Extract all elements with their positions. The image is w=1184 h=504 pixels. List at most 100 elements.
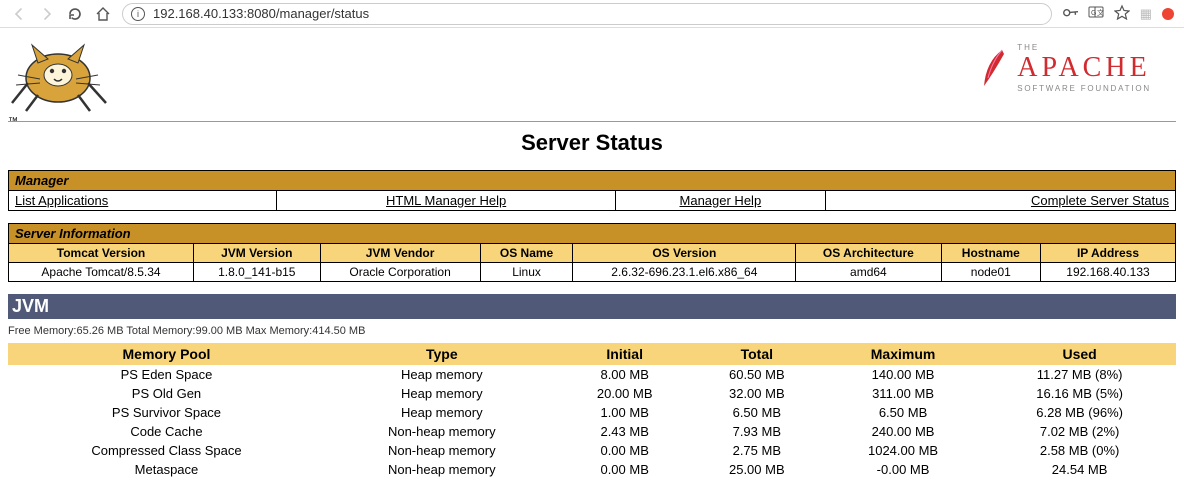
address-bar[interactable]: i 192.168.40.133:8080/manager/status	[122, 3, 1052, 25]
server-info-section: Server Information Tomcat Version JVM Ve…	[8, 223, 1176, 282]
mem-cell: 1024.00 MB	[823, 441, 983, 460]
link-list-applications[interactable]: List Applications	[15, 193, 108, 208]
mem-col-0: Memory Pool	[8, 343, 325, 365]
col-os-arch: OS Architecture	[796, 244, 941, 263]
link-complete-server-status[interactable]: Complete Server Status	[1031, 193, 1169, 208]
mem-row: MetaspaceNon-heap memory0.00 MB25.00 MB-…	[8, 460, 1176, 479]
mem-col-1: Type	[325, 343, 559, 365]
memory-summary: Free Memory:65.26 MB Total Memory:99.00 …	[8, 319, 1176, 343]
mem-cell: 0.00 MB	[559, 460, 691, 479]
col-os-version: OS Version	[573, 244, 796, 263]
apache-name: APACHE	[1017, 52, 1151, 84]
col-hostname: Hostname	[941, 244, 1040, 263]
apache-the: THE	[1017, 43, 1151, 52]
mem-col-3: Total	[691, 343, 823, 365]
mem-cell: 16.16 MB (5%)	[983, 384, 1176, 403]
col-jvm-version: JVM Version	[194, 244, 321, 263]
val-os-arch: amd64	[796, 263, 941, 282]
mem-cell: Non-heap memory	[325, 422, 559, 441]
mem-cell: PS Old Gen	[8, 384, 325, 403]
mem-cell: 2.75 MB	[691, 441, 823, 460]
mem-cell: 24.54 MB	[983, 460, 1176, 479]
mem-cell: Compressed Class Space	[8, 441, 325, 460]
mem-cell: 60.50 MB	[691, 365, 823, 384]
extension-icon[interactable]: ▦	[1140, 6, 1152, 22]
mem-cell: Non-heap memory	[325, 460, 559, 479]
password-key-icon[interactable]	[1057, 1, 1081, 26]
mem-cell: 32.00 MB	[691, 384, 823, 403]
record-icon[interactable]	[1162, 8, 1174, 20]
manager-section: Manager List Applications HTML Manager H…	[8, 170, 1176, 211]
mem-row: PS Old GenHeap memory20.00 MB32.00 MB311…	[8, 384, 1176, 403]
url-text: 192.168.40.133:8080/manager/status	[153, 6, 1043, 21]
mem-cell: 25.00 MB	[691, 460, 823, 479]
val-os-version: 2.6.32-696.23.1.el6.x86_64	[573, 263, 796, 282]
val-os-name: Linux	[480, 263, 573, 282]
mem-cell: 6.50 MB	[691, 403, 823, 422]
mem-cell: 140.00 MB	[823, 365, 983, 384]
apache-sub: SOFTWARE FOUNDATION	[1017, 84, 1151, 93]
home-button[interactable]	[94, 5, 112, 23]
val-hostname: node01	[941, 263, 1040, 282]
apache-logo: THE APACHE SOFTWARE FOUNDATION	[980, 33, 1176, 93]
mem-cell: 6.50 MB	[823, 403, 983, 422]
mem-cell: 311.00 MB	[823, 384, 983, 403]
mem-cell: Heap memory	[325, 365, 559, 384]
mem-cell: 2.43 MB	[559, 422, 691, 441]
tomcat-logo: ™	[8, 33, 118, 113]
col-os-name: OS Name	[480, 244, 573, 263]
svg-text:文: 文	[1097, 8, 1104, 17]
mem-cell: 240.00 MB	[823, 422, 983, 441]
forward-button[interactable]	[38, 5, 56, 23]
back-button[interactable]	[10, 5, 28, 23]
mem-cell: PS Eden Space	[8, 365, 325, 384]
reload-button[interactable]	[66, 5, 84, 23]
memory-pool-table: Memory PoolTypeInitialTotalMaximumUsed P…	[8, 343, 1176, 479]
link-manager-help[interactable]: Manager Help	[680, 193, 762, 208]
val-tomcat-version: Apache Tomcat/8.5.34	[9, 263, 194, 282]
mem-cell: 0.00 MB	[559, 441, 691, 460]
mem-cell: 20.00 MB	[559, 384, 691, 403]
mem-cell: 7.02 MB (2%)	[983, 422, 1176, 441]
col-ip: IP Address	[1040, 244, 1175, 263]
link-html-manager-help[interactable]: HTML Manager Help	[386, 193, 506, 208]
browser-toolbar: i 192.168.40.133:8080/manager/status G文 …	[0, 0, 1184, 28]
mem-row: PS Eden SpaceHeap memory8.00 MB60.50 MB1…	[8, 365, 1176, 384]
col-jvm-vendor: JVM Vendor	[320, 244, 480, 263]
mem-cell: -0.00 MB	[823, 460, 983, 479]
trademark-text: ™	[8, 116, 18, 127]
mem-cell: 11.27 MB (8%)	[983, 365, 1176, 384]
site-info-icon[interactable]: i	[131, 7, 145, 21]
jvm-section-header: JVM	[8, 294, 1176, 319]
val-jvm-version: 1.8.0_141-b15	[194, 263, 321, 282]
mem-cell: 2.58 MB (0%)	[983, 441, 1176, 460]
mem-cell: Code Cache	[8, 422, 325, 441]
mem-row: PS Survivor SpaceHeap memory1.00 MB6.50 …	[8, 403, 1176, 422]
mem-cell: Metaspace	[8, 460, 325, 479]
mem-cell: 8.00 MB	[559, 365, 691, 384]
col-tomcat-version: Tomcat Version	[9, 244, 194, 263]
mem-col-2: Initial	[559, 343, 691, 365]
page-title: Server Status	[8, 130, 1176, 156]
feather-icon	[980, 48, 1008, 88]
svg-text:G: G	[1091, 10, 1096, 17]
server-info-row: Apache Tomcat/8.5.34 1.8.0_141-b15 Oracl…	[9, 263, 1176, 282]
mem-cell: Heap memory	[325, 384, 559, 403]
val-ip: 192.168.40.133	[1040, 263, 1175, 282]
mem-cell: Heap memory	[325, 403, 559, 422]
mem-col-5: Used	[983, 343, 1176, 365]
manager-header: Manager	[9, 171, 1176, 191]
translate-icon[interactable]: G文	[1088, 4, 1104, 23]
mem-row: Code CacheNon-heap memory2.43 MB7.93 MB2…	[8, 422, 1176, 441]
mem-cell: Non-heap memory	[325, 441, 559, 460]
mem-row: Compressed Class SpaceNon-heap memory0.0…	[8, 441, 1176, 460]
mem-cell: PS Survivor Space	[8, 403, 325, 422]
page-header: ™ THE APACHE SOFTWARE FOUNDATION	[8, 33, 1176, 122]
mem-cell: 6.28 MB (96%)	[983, 403, 1176, 422]
bookmark-star-icon[interactable]	[1114, 4, 1130, 23]
val-jvm-vendor: Oracle Corporation	[320, 263, 480, 282]
mem-cell: 1.00 MB	[559, 403, 691, 422]
mem-cell: 7.93 MB	[691, 422, 823, 441]
mem-col-4: Maximum	[823, 343, 983, 365]
server-info-header: Server Information	[9, 224, 1176, 244]
